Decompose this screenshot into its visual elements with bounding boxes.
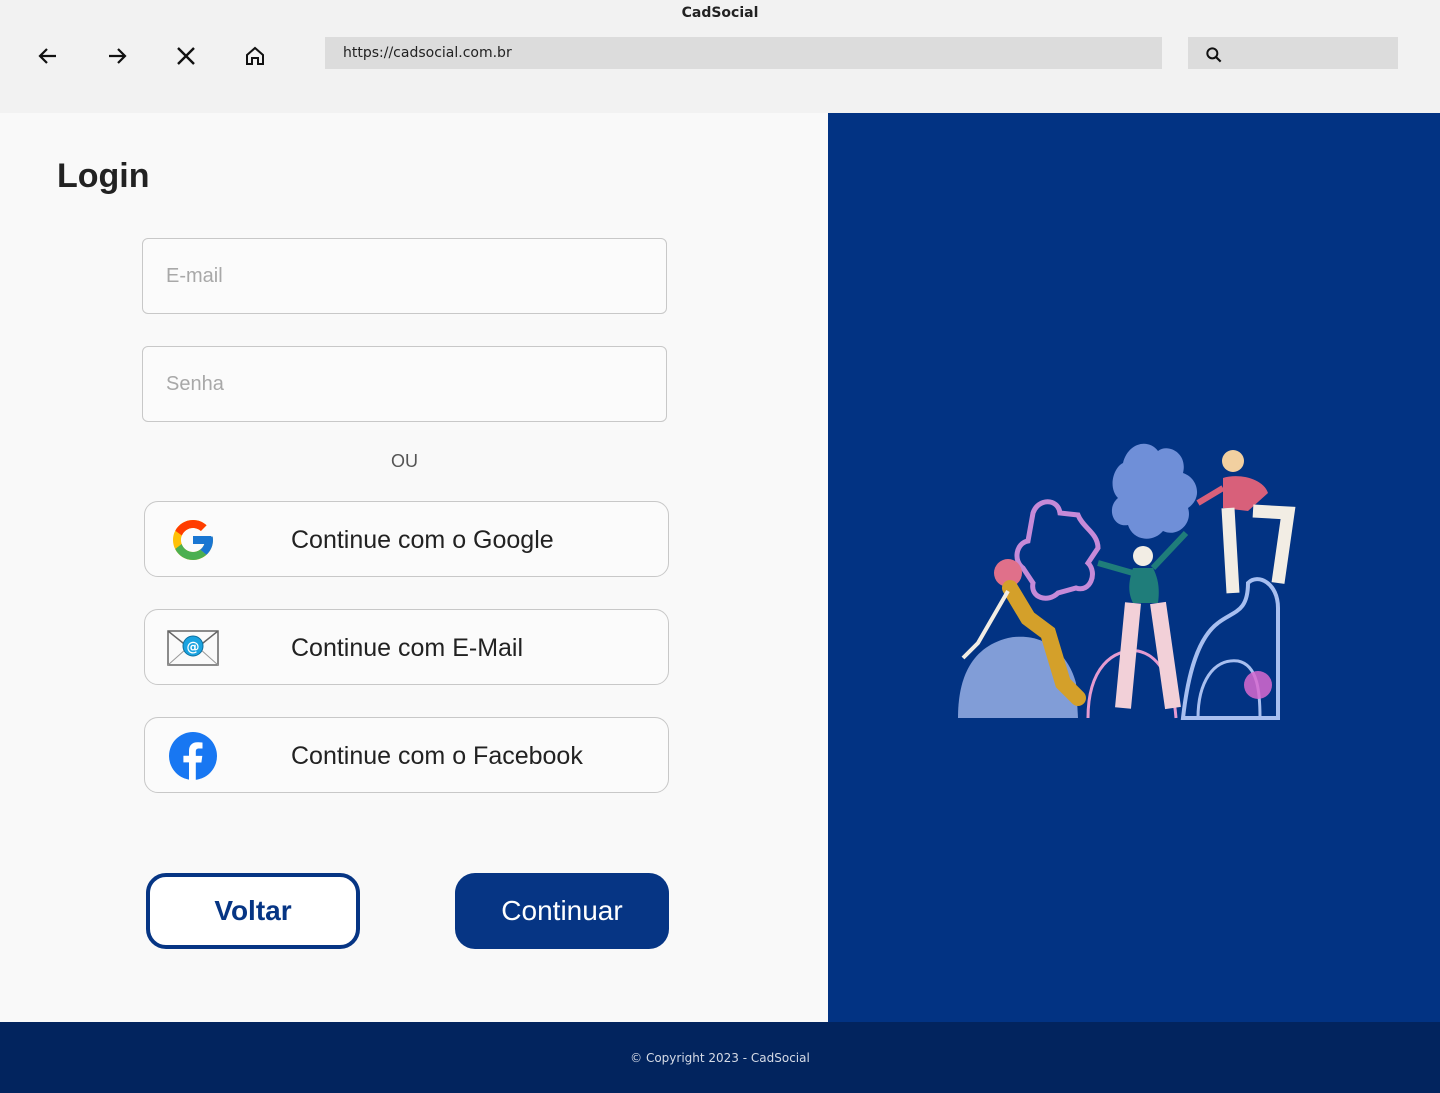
- facebook-login-label: Continue com o Facebook: [291, 742, 583, 770]
- password-field[interactable]: [143, 347, 666, 421]
- page-title: Login: [57, 157, 150, 195]
- or-divider-label: OU: [391, 451, 418, 471]
- facebook-icon: [167, 731, 219, 781]
- stop-button[interactable]: [170, 40, 202, 72]
- forward-button[interactable]: [101, 40, 133, 72]
- login-panel: Login OU Continue com o Google @: [0, 113, 828, 1022]
- google-login-button[interactable]: Continue com o Google: [144, 501, 669, 577]
- address-bar[interactable]: https://cadsocial.com.br: [325, 37, 1162, 69]
- close-icon: [177, 47, 195, 65]
- email-envelope-icon: @: [167, 623, 219, 673]
- copyright-text: © Copyright 2023 - CadSocial: [630, 1050, 810, 1065]
- continue-button[interactable]: Continuar: [455, 873, 669, 949]
- browser-chrome: CadSocial https://cadsocial.com.br: [0, 0, 1440, 113]
- email-field[interactable]: [143, 239, 666, 313]
- google-login-label: Continue com o Google: [291, 526, 554, 554]
- browser-search-box[interactable]: [1188, 37, 1398, 69]
- search-icon: [1206, 47, 1222, 63]
- window-title: CadSocial: [681, 5, 759, 21]
- email-login-label: Continue com E-Mail: [291, 634, 524, 662]
- home-button[interactable]: [239, 40, 271, 72]
- email-field-container: [142, 238, 667, 314]
- footer: © Copyright 2023 - CadSocial: [0, 1022, 1440, 1093]
- svg-text:@: @: [187, 640, 200, 655]
- home-icon: [246, 46, 264, 65]
- facebook-login-button[interactable]: Continue com o Facebook: [144, 717, 669, 793]
- google-icon: [167, 515, 219, 565]
- back-button[interactable]: [32, 40, 64, 72]
- back-arrow-icon: [38, 48, 56, 64]
- teamwork-puzzle-illustration: [958, 443, 1296, 720]
- back-button-form[interactable]: Voltar: [146, 873, 360, 949]
- password-field-container: [142, 346, 667, 422]
- forward-arrow-icon: [109, 48, 127, 64]
- email-login-button[interactable]: @ Continue com E-Mail: [144, 609, 669, 685]
- illustration-panel: [828, 113, 1440, 1022]
